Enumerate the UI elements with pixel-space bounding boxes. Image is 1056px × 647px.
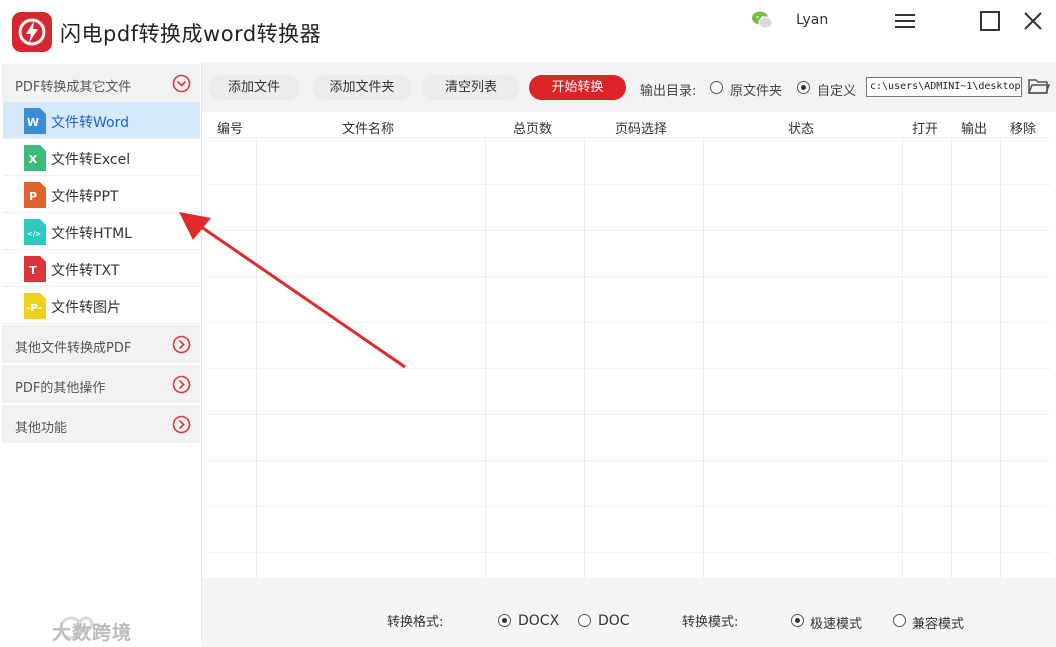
sidebar-group-pdf-other-ops[interactable]: PDF的其他操作: [2, 365, 200, 403]
sidebar-item-label: 文件转Excel: [51, 152, 131, 168]
table-row-divider: [206, 414, 1050, 415]
sidebar-group-label: PDF转换成其它文件: [15, 80, 132, 95]
column-header-pages: 总页数: [513, 122, 553, 137]
format-docx-label: DOCX: [518, 613, 560, 629]
sidebar-group-pdf-to-other[interactable]: PDF转换成其它文件: [2, 64, 200, 102]
annotation-arrow: [179, 212, 406, 369]
add-file-button[interactable]: 添加文件: [208, 75, 300, 100]
sidebar-item-to-html[interactable]: </> 文件转HTML: [3, 213, 200, 250]
chevron-right-icon: [172, 375, 191, 394]
column-header-status: 状态: [788, 122, 815, 137]
output-custom-radio[interactable]: [797, 81, 810, 94]
table-header: 编号 文件名称 总页数 页码选择 状态 打开 输出 移除: [206, 112, 1050, 138]
svg-text:W: W: [27, 116, 39, 129]
title-bar: 闪电pdf转换成word转换器 Lyan: [0, 0, 1056, 62]
maximize-icon[interactable]: [978, 10, 1002, 32]
app-logo-icon: [12, 12, 52, 52]
close-icon[interactable]: [1021, 10, 1045, 32]
bottom-options: 转换格式: DOCX DOC 转换模式: 极速模式 兼容模式: [202, 578, 1056, 647]
sidebar-item-to-excel[interactable]: X 文件转Excel: [3, 139, 200, 176]
table-row-divider: [206, 552, 1050, 553]
svg-text:T: T: [29, 264, 37, 277]
format-doc-radio[interactable]: [578, 614, 591, 627]
table-column-divider: [902, 138, 903, 578]
output-dir-label: 输出目录:: [640, 84, 697, 99]
table-column-divider: [703, 138, 704, 578]
table-row-divider: [206, 184, 1050, 185]
mode-compatible-radio[interactable]: [893, 614, 906, 627]
mode-fast-label: 极速模式: [810, 617, 863, 632]
sidebar: PDF转换成其它文件 W 文件转Word X 文件转Excel P 文件转PPT…: [0, 62, 202, 640]
output-original-label: 原文件夹: [730, 84, 783, 99]
format-label: 转换格式:: [387, 615, 444, 630]
svg-text:-P-: -P-: [26, 303, 41, 314]
html-file-icon: </>: [24, 219, 46, 245]
sidebar-group-label: 其他功能: [15, 421, 68, 436]
column-header-output: 输出: [961, 122, 988, 137]
mode-label: 转换模式:: [682, 615, 739, 630]
format-doc-label: DOC: [598, 613, 630, 629]
toolbar: 添加文件 添加文件夹 清空列表 开始转换 输出目录: 原文件夹 自定义 c:\u…: [202, 62, 1056, 112]
word-file-icon: W: [24, 108, 46, 134]
add-folder-button[interactable]: 添加文件夹: [312, 75, 412, 100]
menu-icon[interactable]: [893, 10, 917, 32]
format-docx-radio[interactable]: [498, 614, 511, 627]
output-path-field[interactable]: c:\users\ADMINI~1\desktop: [866, 77, 1022, 97]
table-row-divider: [206, 506, 1050, 507]
chevron-down-icon: [172, 74, 191, 93]
sidebar-item-to-txt[interactable]: T 文件转TXT: [3, 250, 200, 287]
sidebar-item-label: 文件转HTML: [51, 226, 132, 242]
svg-text:P: P: [29, 190, 37, 203]
sidebar-item-to-ppt[interactable]: P 文件转PPT: [3, 176, 200, 213]
sidebar-item-to-image[interactable]: -P- 文件转图片: [3, 287, 200, 324]
sidebar-item-to-word[interactable]: W 文件转Word: [3, 102, 200, 139]
watermark-text: 大数跨境: [52, 622, 133, 644]
chevron-right-icon: [172, 415, 191, 434]
sidebar-item-label: 文件转图片: [51, 300, 121, 316]
sidebar-group-other-functions[interactable]: 其他功能: [2, 405, 200, 443]
column-header-open: 打开: [912, 122, 939, 137]
sidebar-group-other-to-pdf[interactable]: 其他文件转换成PDF: [2, 325, 200, 363]
table-column-divider: [485, 138, 486, 578]
column-header-number: 编号: [217, 122, 244, 137]
output-custom-label: 自定义: [817, 84, 857, 99]
sidebar-group-label: PDF的其他操作: [15, 381, 106, 396]
svg-text:</>: </>: [27, 230, 41, 238]
image-file-icon: -P-: [24, 293, 46, 319]
username[interactable]: Lyan: [796, 12, 828, 28]
excel-file-icon: X: [24, 145, 46, 171]
mode-fast-radio[interactable]: [791, 614, 804, 627]
output-original-radio[interactable]: [710, 81, 723, 94]
sidebar-item-label: 文件转Word: [51, 115, 129, 131]
column-header-filename: 文件名称: [342, 122, 395, 137]
sidebar-item-label: 文件转PPT: [51, 189, 119, 205]
sidebar-group-label: 其他文件转换成PDF: [15, 341, 132, 356]
column-header-page-select: 页码选择: [615, 122, 668, 137]
sidebar-item-label: 文件转TXT: [51, 263, 120, 279]
app-title: 闪电pdf转换成word转换器: [60, 22, 322, 46]
column-header-remove: 移除: [1010, 122, 1037, 137]
table-column-divider: [951, 138, 952, 578]
table-row-divider: [206, 460, 1050, 461]
svg-text:X: X: [29, 153, 38, 166]
wechat-icon[interactable]: [751, 10, 773, 30]
ppt-file-icon: P: [24, 182, 46, 208]
mode-compatible-label: 兼容模式: [912, 617, 965, 632]
clear-list-button[interactable]: 清空列表: [422, 75, 520, 100]
folder-icon[interactable]: [1028, 77, 1050, 95]
table-column-divider: [1000, 138, 1001, 578]
txt-file-icon: T: [24, 256, 46, 282]
table-column-divider: [584, 138, 585, 578]
start-convert-button[interactable]: 开始转换: [529, 75, 626, 100]
